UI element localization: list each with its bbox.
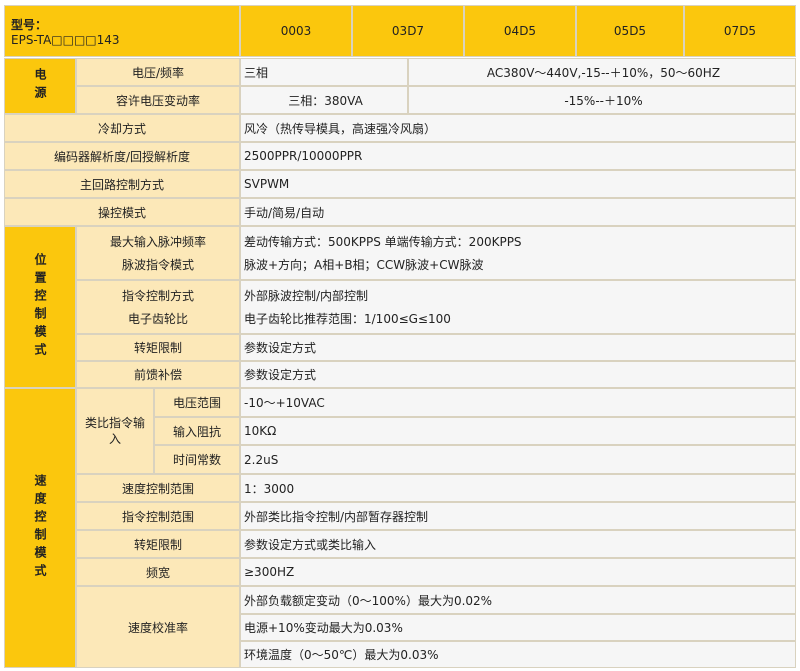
- encoder-label: 编码器解析度/回授解析度: [4, 142, 240, 170]
- cmd-control-values: 外部脉波控制/内部控制 电子齿轮比推荐范围：1/100≤G≤100: [240, 280, 796, 334]
- accuracy-label: 速度校准率: [76, 586, 240, 668]
- input-impedance-label: 输入阻抗: [154, 417, 240, 445]
- max-pulse-freq-label: 最大输入脉冲频率: [109, 235, 206, 249]
- position-torque-value: 参数设定方式: [240, 334, 796, 361]
- bandwidth-label: 频宽: [76, 558, 240, 586]
- variant-header-1: 03D7: [352, 5, 464, 57]
- cooling-value: 风冷（热传导模具，高速强冷风扇）: [240, 114, 796, 142]
- cmd-range-label: 指令控制范围: [76, 502, 240, 530]
- speed-range-value: 1：3000: [240, 474, 796, 502]
- analog-input-label: 类比指令输入: [85, 416, 146, 446]
- main-circuit-label: 主回路控制方式: [4, 170, 240, 198]
- speed-torque-value: 参数设定方式或类比输入: [240, 530, 796, 558]
- tolerance-range: -15%--＋10%: [408, 86, 796, 114]
- tolerance-label: 容许电压变动率: [76, 86, 240, 114]
- accuracy-value-load: 外部负载额定变动（0～100%）最大为0.02%: [240, 586, 796, 614]
- pulse-values: 差动传输方式：500KPPS 单端传输方式：200KPPS 脉波+方向；A相+B…: [240, 226, 796, 280]
- voltage-freq-range: AC380V～440V,-15--＋10%，50～60HZ: [408, 58, 796, 86]
- tolerance-phase: 三相：380VA: [240, 86, 408, 114]
- voltage-range-value: -10～+10VAC: [240, 388, 796, 417]
- pulse-cmd-mode-value: 脉波+方向；A相+B相；CCW脉波+CW脉波: [244, 258, 484, 272]
- voltage-freq-phase: 三相: [240, 58, 408, 86]
- variant-header-0: 0003: [240, 5, 352, 57]
- speed-torque-label: 转矩限制: [76, 530, 240, 558]
- speed-range-label: 速度控制范围: [76, 474, 240, 502]
- main-circuit-value: SVPWM: [240, 170, 796, 198]
- category-power-label: 电源: [33, 68, 47, 104]
- analog-input-cell: 类比指令输入: [76, 388, 154, 474]
- operation-mode-value: 手动/简易/自动: [240, 198, 796, 226]
- pulse-cmd-mode-label: 脉波指令模式: [121, 258, 194, 272]
- variant-header-3: 05D5: [576, 5, 684, 57]
- position-torque-label: 转矩限制: [76, 334, 240, 361]
- gear-ratio-label: 电子齿轮比: [127, 312, 188, 326]
- gear-ratio-value: 电子齿轮比推荐范围：1/100≤G≤100: [244, 312, 451, 326]
- category-speed: 速度控制模式: [4, 388, 76, 668]
- feedforward-value: 参数设定方式: [240, 361, 796, 388]
- accuracy-value-power: 电源+10%变动最大为0.03%: [240, 614, 796, 641]
- cmd-control-value: 外部脉波控制/内部控制: [244, 289, 369, 303]
- max-pulse-freq-value: 差动传输方式：500KPPS 单端传输方式：200KPPS: [244, 235, 522, 249]
- cooling-label: 冷却方式: [4, 114, 240, 142]
- pulse-labels: 最大输入脉冲频率 脉波指令模式: [76, 226, 240, 280]
- accuracy-value-temp: 环境温度（0～50℃）最大为0.03%: [240, 641, 796, 668]
- bandwidth-value: ≥300HZ: [240, 558, 796, 586]
- time-constant-label: 时间常数: [154, 445, 240, 474]
- category-speed-label: 速度控制模式: [33, 474, 47, 582]
- model-label: 型号：: [11, 17, 48, 32]
- cmd-range-value: 外部类比指令控制/内部暂存器控制: [240, 502, 796, 530]
- category-power: 电源: [4, 58, 76, 114]
- input-impedance-value: 10KΩ: [240, 417, 796, 445]
- voltage-range-label: 电压范围: [154, 388, 240, 417]
- category-position: 位置控制模式: [4, 226, 76, 388]
- encoder-value: 2500PPR/10000PPR: [240, 142, 796, 170]
- variant-header-4: 07D5: [684, 5, 796, 57]
- operation-mode-label: 操控模式: [4, 198, 240, 226]
- category-position-label: 位置控制模式: [33, 253, 47, 361]
- voltage-freq-label: 电压/频率: [76, 58, 240, 86]
- time-constant-value: 2.2uS: [240, 445, 796, 474]
- model-code: EPS-TA□□□□143: [11, 32, 120, 47]
- variant-header-2: 04D5: [464, 5, 576, 57]
- cmd-control-labels: 指令控制方式 电子齿轮比: [76, 280, 240, 334]
- cmd-control-label: 指令控制方式: [121, 289, 194, 303]
- model-header-cell: 型号： EPS-TA□□□□143: [4, 5, 240, 57]
- spec-table: 型号： EPS-TA□□□□143 0003 03D7 04D5 05D5 07…: [0, 0, 800, 671]
- feedforward-label: 前馈补偿: [76, 361, 240, 388]
